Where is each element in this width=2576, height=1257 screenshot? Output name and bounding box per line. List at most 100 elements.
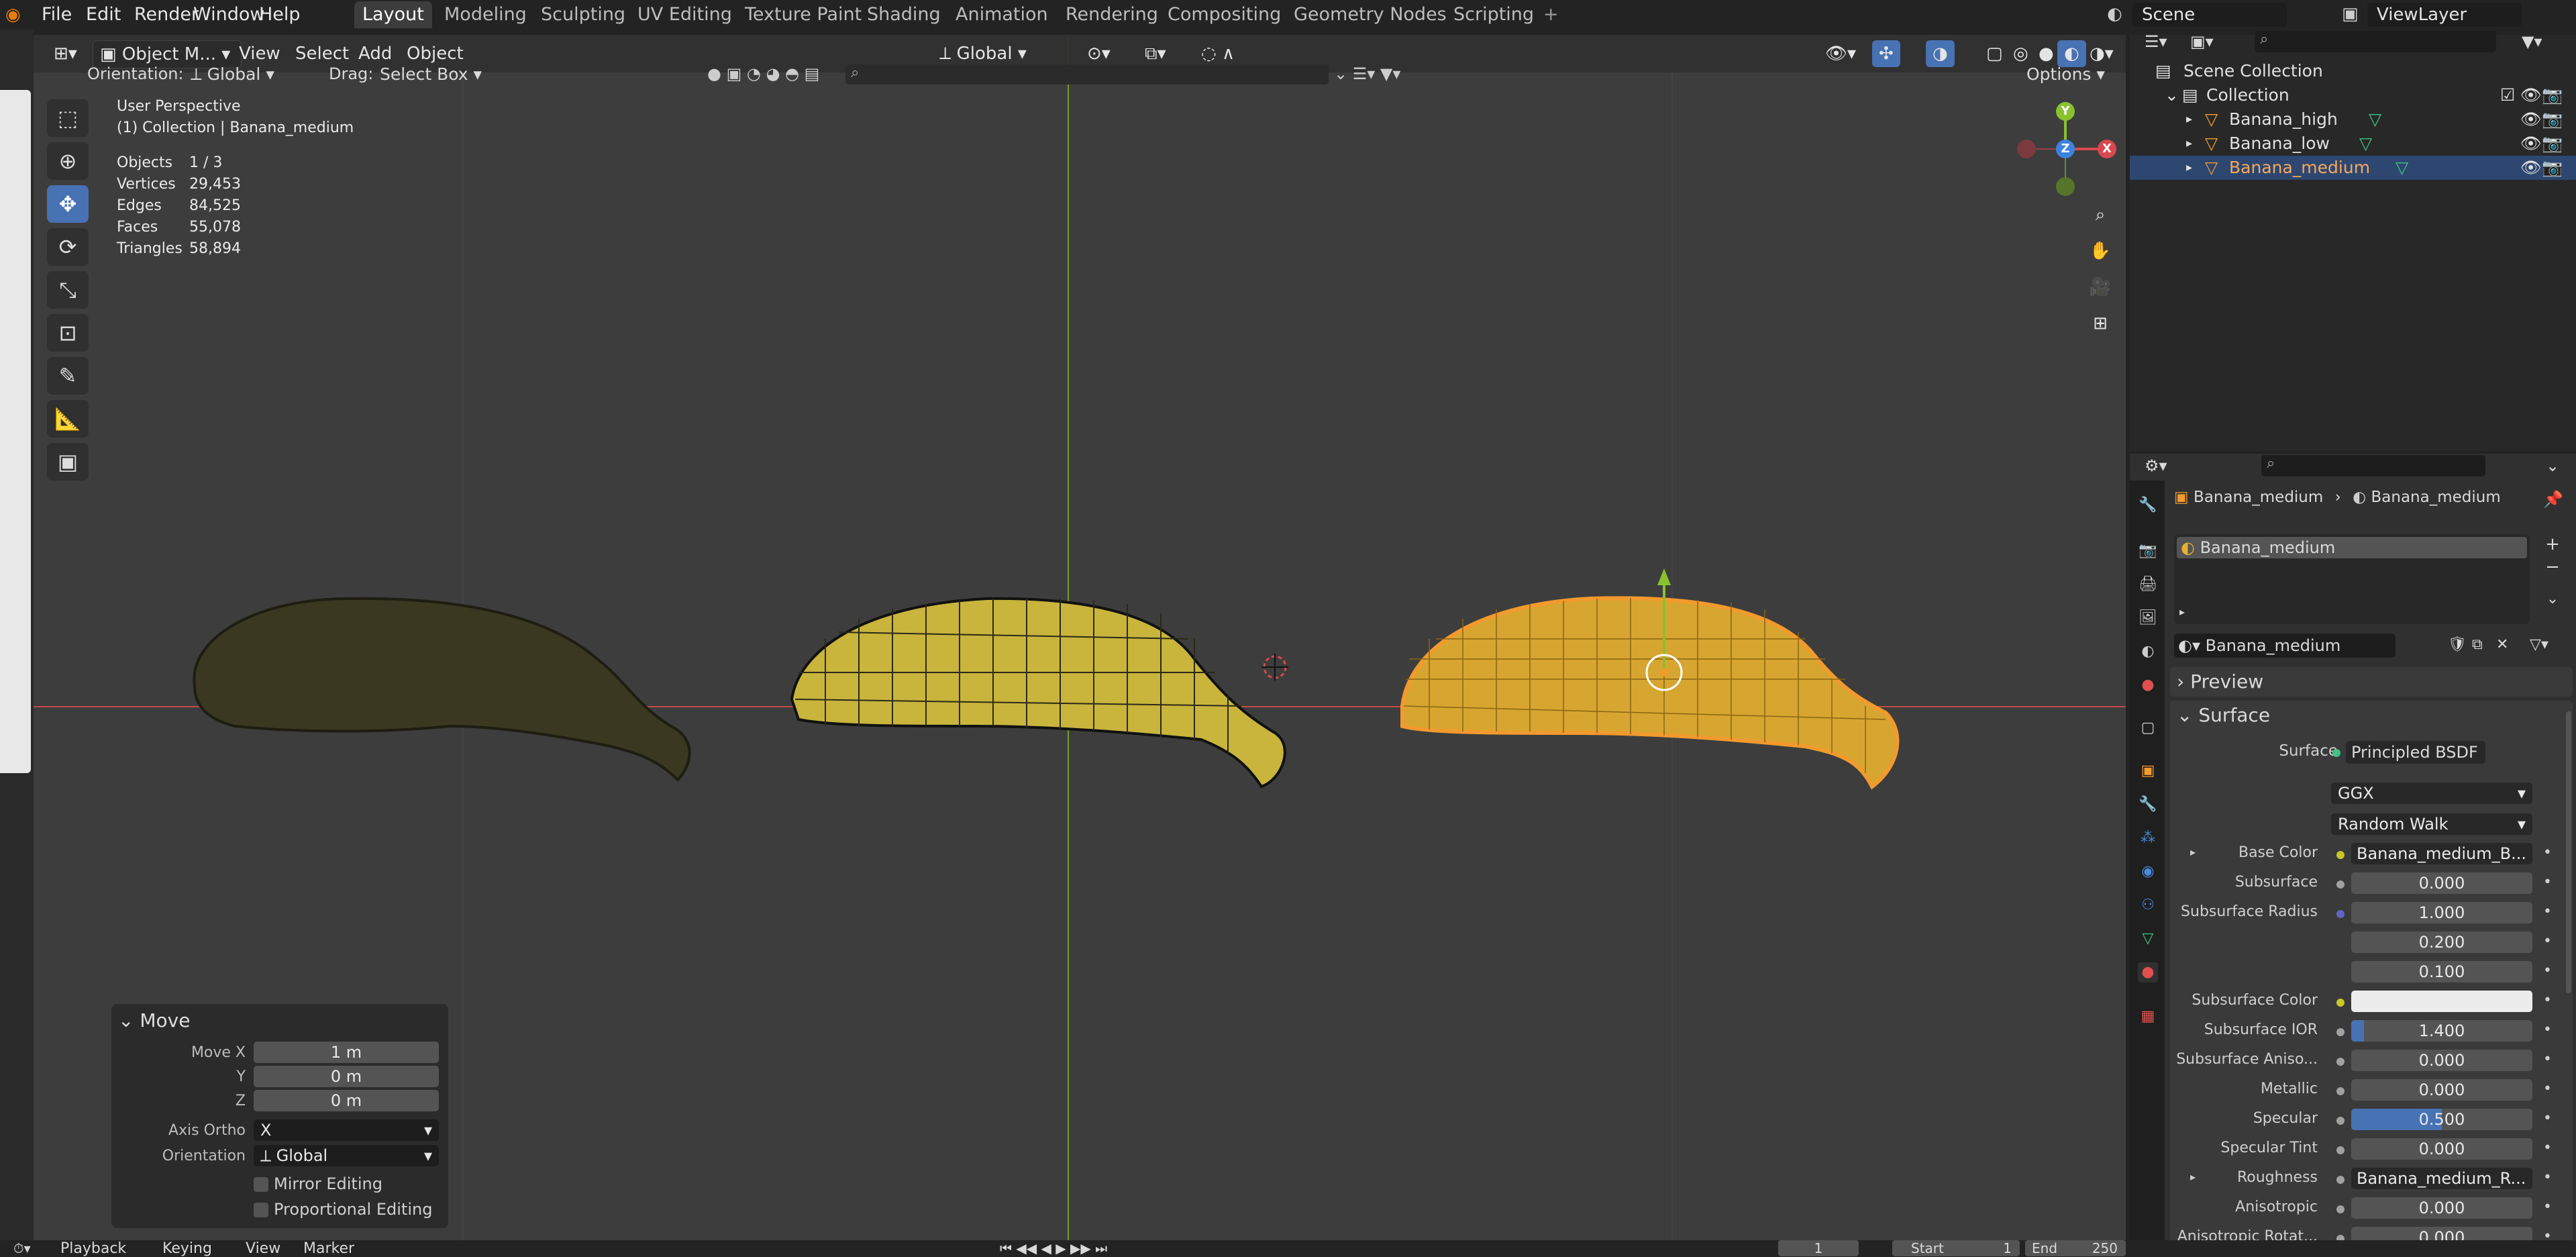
outliner-search-field[interactable]: ⌕ [2255, 31, 2496, 52]
filter-icon[interactable]: ⌄ ☰▾ ▼▾ [1334, 64, 1400, 83]
number-field[interactable]: 0.200 [2351, 932, 2532, 953]
world-tab-icon[interactable]: ● [2138, 675, 2158, 695]
material-selector[interactable]: ◐▾ Banana_medium [2174, 634, 2395, 658]
keyframe-dot-icon[interactable]: • [2543, 1080, 2552, 1097]
move-panel-title[interactable]: ⌄ Move [118, 1009, 190, 1032]
tab-modeling[interactable]: Modeling [436, 1, 535, 28]
tab-scripting[interactable]: Scripting [1445, 1, 1542, 28]
slot-expand-icon[interactable]: ▸ [2179, 605, 2185, 618]
chevron-down-icon[interactable]: ⌄ [2165, 83, 2179, 107]
pin-icon[interactable]: 📌 [2543, 490, 2563, 509]
mirror-editing-checkbox[interactable]: Mirror Editing [254, 1174, 382, 1193]
navigation-gizmo[interactable]: Y X Z [2010, 98, 2120, 197]
slot-menu-button[interactable]: ⌄ [2542, 591, 2563, 611]
pan-hand-icon[interactable]: ✋ [2085, 236, 2115, 266]
outliner-scene-collection[interactable]: ▤ Scene Collection [2130, 59, 2576, 83]
texture-input-field[interactable]: Banana_medium_R... [2351, 1168, 2532, 1189]
transform-tool-icon[interactable]: ⊡ [47, 314, 89, 352]
socket-dot-icon[interactable] [2336, 1087, 2345, 1095]
socket-dot-icon[interactable] [2336, 881, 2345, 889]
number-field[interactable]: 0.500 [2351, 1109, 2532, 1130]
socket-dot-icon[interactable] [2336, 1176, 2345, 1184]
material-slot-item[interactable]: ◐ Banana_medium [2177, 537, 2527, 558]
move-x-field[interactable]: 1 m [254, 1042, 439, 1063]
keyframe-dot-icon[interactable]: • [2543, 844, 2552, 861]
keyframe-dot-icon[interactable]: • [2543, 1021, 2552, 1038]
tab-rendering[interactable]: Rendering [1058, 1, 1166, 28]
fake-user-icon[interactable]: 🛡 [2448, 636, 2467, 653]
measure-tool-icon[interactable]: 📐 [47, 400, 89, 438]
view-layer-icon[interactable]: ▣ [2342, 4, 2359, 24]
object-tab-icon[interactable]: ▣ [2138, 761, 2158, 781]
select-mode-icons[interactable]: ● ▣ ◔ ◕ ◓ ▤ [707, 64, 819, 83]
socket-dot-icon[interactable] [2336, 1146, 2345, 1154]
socket-dot-icon[interactable] [2336, 1028, 2345, 1036]
render-tab-icon[interactable]: 📷 [2138, 541, 2158, 561]
collection-tab-icon[interactable]: ▢ [2138, 718, 2158, 738]
menu-help[interactable]: Help [259, 0, 301, 30]
keyframe-dot-icon[interactable]: • [2543, 874, 2552, 891]
rotate-tool-icon[interactable]: ⟳ [47, 228, 89, 266]
duplicate-material-icon[interactable]: ⧉ [2472, 636, 2483, 653]
subsurface-method-dropdown[interactable]: Random Walk ▾ [2331, 813, 2532, 835]
gizmo-x-axis[interactable]: X [2098, 140, 2116, 158]
axis-ortho-dropdown[interactable]: X ▾ [254, 1119, 439, 1141]
material-browse-icon[interactable]: ◐▾ [2178, 636, 2206, 655]
chevron-right-icon[interactable]: ▸ [2186, 156, 2192, 180]
link-filter-icon[interactable]: ▽▾ [2530, 636, 2548, 653]
number-field[interactable]: 0.000 [2351, 1079, 2532, 1101]
surface-shader-field[interactable]: Principled BSDF [2346, 741, 2485, 764]
outliner-banana-low[interactable]: ▸ ▽ Banana_low ▽ 👁 📷 [2130, 132, 2576, 156]
camera-icon[interactable]: 🎥 [2085, 272, 2115, 302]
zoom-icon[interactable]: ⌕ [2085, 200, 2115, 230]
playback-controls[interactable]: ⏮ ◀◀ ◀ ▶ ▶▶ ⏭ [1000, 1240, 1107, 1256]
number-field[interactable]: 0.000 [2351, 872, 2532, 894]
ortho-grid-icon[interactable]: ⊞ [2085, 309, 2115, 338]
tab-geometry-nodes[interactable]: Geometry Nodes [1286, 1, 1455, 28]
tool-tab-icon[interactable]: 🔧 [2138, 495, 2158, 515]
keyframe-dot-icon[interactable]: • [2543, 1051, 2552, 1068]
surface-panel-header[interactable]: ⌄ Surface [2170, 701, 2573, 730]
data-tab-icon[interactable]: ▽ [2138, 929, 2158, 949]
eye-icon[interactable]: 👁 [2520, 156, 2542, 180]
cursor-tool-icon[interactable]: ⊕ [47, 142, 89, 180]
drag-dropdown[interactable]: Select Box ▾ [380, 63, 501, 86]
outliner-editor-icon[interactable]: ☰▾ [2145, 32, 2167, 51]
menu-file[interactable]: File [42, 0, 72, 30]
select-box-tool-icon[interactable]: ⬚ [47, 99, 89, 137]
outliner-collection[interactable]: ⌄ ▤ Collection ☑ 👁 📷 [2130, 83, 2576, 107]
keyframe-dot-icon[interactable]: • [2543, 1110, 2552, 1127]
material-tab-icon[interactable]: ● [2138, 962, 2158, 983]
properties-search-field[interactable]: ⌕ [2261, 455, 2485, 476]
menu-window[interactable]: Window [193, 0, 264, 30]
proportional-editing-checkbox[interactable]: Proportional Editing [254, 1200, 432, 1219]
socket-dot-icon[interactable] [2336, 910, 2345, 918]
socket-dot-icon[interactable] [2336, 851, 2345, 859]
menu-edit[interactable]: Edit [86, 0, 121, 30]
timeline-editor-icon[interactable]: ⏱▾ [13, 1240, 31, 1256]
gizmo-neg-x[interactable] [2017, 140, 2036, 158]
scene-name-field[interactable]: Scene [2132, 3, 2287, 27]
gizmo-neg-y[interactable] [2056, 177, 2075, 196]
camera-render-icon[interactable]: 📷 [2542, 107, 2563, 132]
scale-tool-icon[interactable]: ⤡ [47, 271, 89, 309]
color-swatch-field[interactable] [2351, 991, 2532, 1012]
eye-icon[interactable]: 👁 [2520, 107, 2542, 132]
texture-tab-icon[interactable]: ▦ [2138, 1007, 2158, 1027]
keyframe-dot-icon[interactable]: • [2543, 962, 2552, 979]
blender-logo-icon[interactable]: ◉ [5, 5, 24, 24]
properties-options-icon[interactable]: ⌄ [2546, 456, 2559, 475]
tab-compositing[interactable]: Compositing [1160, 1, 1289, 28]
number-field[interactable]: 0.000 [2351, 1050, 2532, 1071]
tool-search-field[interactable]: ⌕ [845, 64, 1329, 85]
current-frame-field[interactable]: 1 [1778, 1240, 1859, 1256]
number-field[interactable]: 0.000 [2351, 1138, 2532, 1160]
tab-shading[interactable]: Shading [859, 1, 949, 28]
scene-tab-icon[interactable]: ◐ [2138, 642, 2158, 662]
gizmo-y-axis[interactable]: Y [2056, 102, 2075, 121]
move-y-field[interactable]: 0 m [254, 1066, 439, 1087]
annotate-tool-icon[interactable]: ✎ [47, 357, 89, 395]
orientation-panel-dropdown[interactable]: ⟂ Global ▾ [254, 1145, 439, 1166]
preview-panel-header[interactable]: › Preview [2170, 667, 2573, 697]
eye-icon[interactable]: 👁 [2520, 83, 2542, 107]
